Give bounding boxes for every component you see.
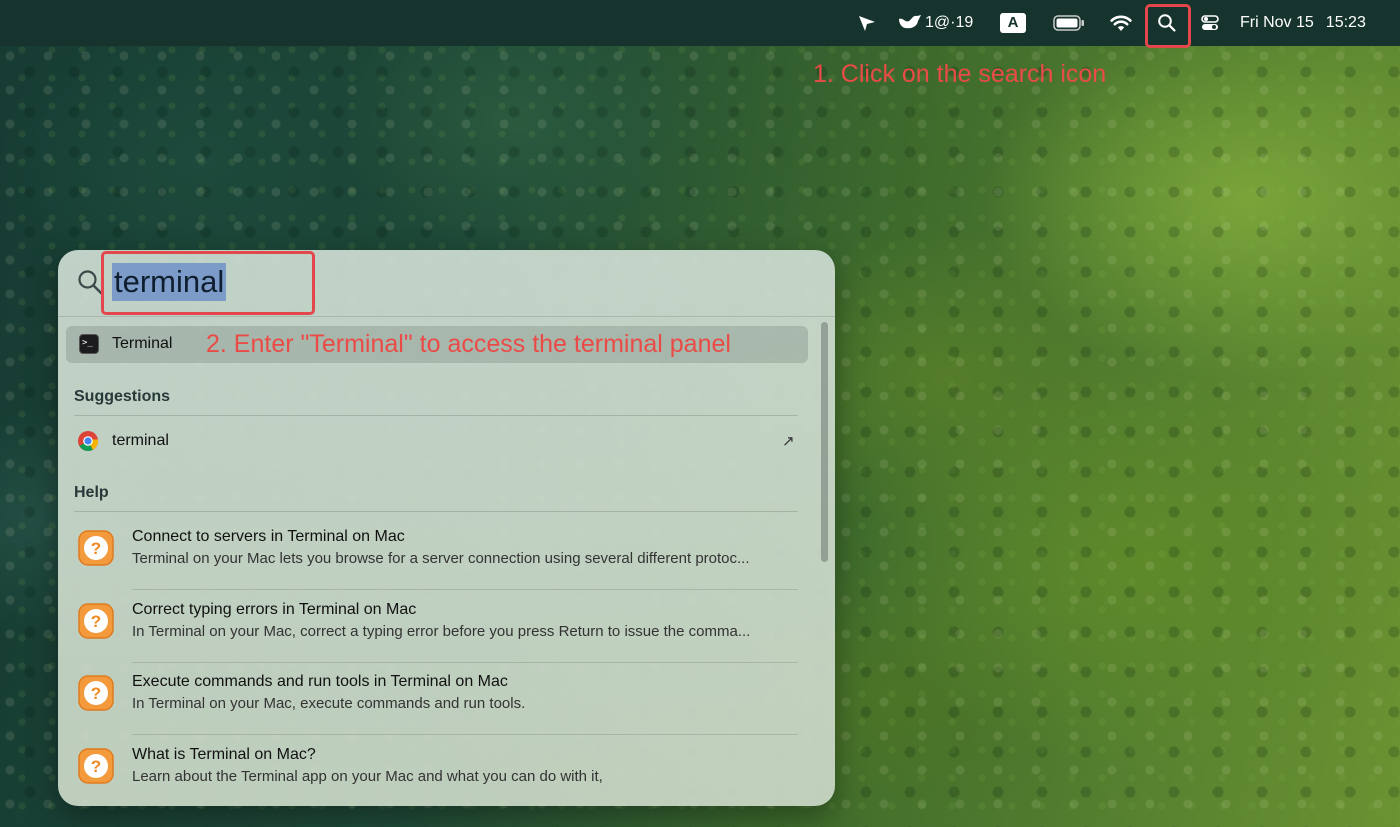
help-item-title: Connect to servers in Terminal on Mac (132, 528, 405, 545)
cloud-status-item[interactable]: 1@·19 (897, 0, 977, 46)
query-highlight (101, 251, 315, 315)
cloud-status-icon (897, 13, 923, 33)
help-book-icon: ? (78, 747, 114, 784)
help-divider (74, 511, 798, 512)
step1-annotation: 1. Click on the search icon (813, 60, 1107, 88)
status-text: 1@·19 (925, 14, 974, 31)
help-item[interactable]: ? Connect to servers in Terminal on Mac Te… (58, 518, 818, 590)
help-item-title: What is Terminal on Mac? (132, 745, 316, 763)
terminal-app-icon: >_ (79, 334, 99, 354)
search-icon-highlight (1145, 4, 1191, 48)
help-item-description: Terminal on your Mac lets you browse for… (132, 550, 750, 567)
control-center-icon[interactable] (1198, 0, 1222, 46)
svg-text:?: ? (91, 757, 101, 776)
help-item-description: In Terminal on your Mac, correct a typin… (132, 622, 751, 640)
input-source-label: A (1000, 13, 1026, 33)
help-item[interactable]: ? What is Terminal on Mac? Learn about the… (58, 736, 818, 807)
spotlight-panel: terminal >_ Terminal 2. Enter "Terminal"… (58, 250, 835, 806)
help-book-icon: ? (78, 602, 114, 639)
svg-text:?: ? (91, 612, 101, 631)
step2-annotation: 2. Enter "Terminal" to access the termin… (206, 330, 731, 358)
open-external-icon[interactable]: ↗ (782, 432, 795, 450)
suggestion-item[interactable]: terminal ↗ (58, 425, 818, 459)
search-icon (76, 268, 104, 296)
chrome-icon (77, 430, 99, 452)
help-heading: Help (74, 484, 109, 501)
scrollbar[interactable] (821, 322, 828, 562)
input-source-icon[interactable]: A (999, 0, 1027, 46)
suggestion-label: terminal (112, 432, 169, 449)
help-item-description: In Terminal on your Mac, execute command… (132, 695, 526, 712)
help-book-icon: ? (78, 675, 114, 711)
top-hit-label: Terminal (112, 335, 173, 352)
help-item[interactable]: ? Execute commands and run tools in Termi… (58, 663, 818, 735)
battery-icon[interactable] (1052, 0, 1086, 46)
suggestions-divider (74, 415, 798, 416)
search-divider (58, 316, 835, 317)
help-item-title: Correct typing errors in Terminal on Mac (132, 600, 417, 618)
clock-time: 15:23 (1325, 14, 1366, 31)
svg-text:?: ? (91, 539, 101, 558)
help-item-title: Execute commands and run tools in Termin… (132, 673, 508, 690)
svg-text:?: ? (91, 684, 101, 703)
wifi-icon[interactable] (1108, 0, 1134, 46)
help-book-icon: ? (78, 530, 114, 566)
suggestions-heading: Suggestions (74, 388, 171, 405)
help-item-description: Learn about the Terminal app on your Mac… (132, 767, 603, 785)
clock[interactable]: Fri Nov 15 15:23 (1240, 0, 1390, 46)
send-icon[interactable] (855, 0, 879, 46)
clock-date: Fri Nov 15 (1240, 14, 1314, 31)
spotlight-search-field[interactable]: terminal (58, 250, 835, 316)
help-item[interactable]: ? Correct typing errors in Terminal on Ma… (58, 591, 818, 663)
